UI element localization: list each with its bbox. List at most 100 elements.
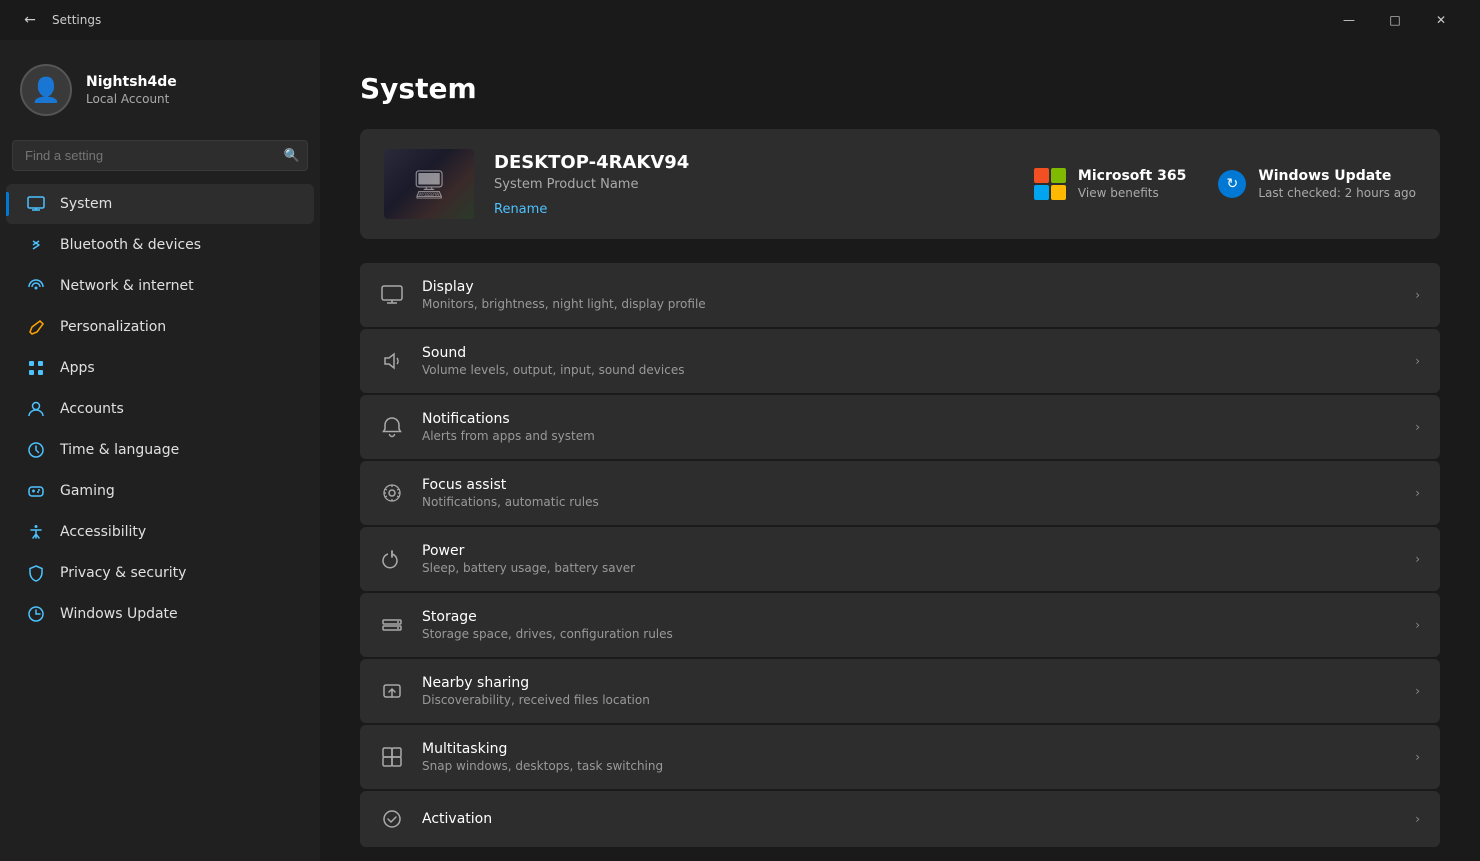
- apps-nav-icon: [26, 358, 46, 378]
- multitasking-chevron: ›: [1415, 750, 1420, 764]
- power-desc: Sleep, battery usage, battery saver: [422, 561, 1397, 575]
- sound-text: Sound Volume levels, output, input, soun…: [422, 345, 1397, 377]
- sidebar-item-label-network: Network & internet: [60, 278, 194, 294]
- nearby-sharing-desc: Discoverability, received files location: [422, 693, 1397, 707]
- activation-title: Activation: [422, 811, 1397, 827]
- device-name: DESKTOP-4RAKV94: [494, 152, 1014, 173]
- sidebar-item-apps[interactable]: Apps: [6, 348, 314, 388]
- avatar: 👤: [20, 64, 72, 116]
- sidebar: 👤 Nightsh4de Local Account 🔍 System Blue…: [0, 40, 320, 861]
- settings-item-storage[interactable]: Storage Storage space, drives, configura…: [360, 593, 1440, 657]
- rename-link[interactable]: Rename: [494, 202, 547, 217]
- windows-update-action[interactable]: ↻ Windows Update Last checked: 2 hours a…: [1218, 168, 1416, 200]
- sidebar-item-label-apps: Apps: [60, 360, 95, 376]
- sidebar-item-label-time: Time & language: [60, 442, 179, 458]
- ms365-label: Microsoft 365: [1078, 168, 1186, 184]
- sidebar-item-label-bluetooth: Bluetooth & devices: [60, 237, 201, 253]
- maximize-icon: □: [1389, 13, 1400, 27]
- page-title: System: [360, 72, 1440, 105]
- minimize-button[interactable]: —: [1326, 0, 1372, 40]
- titlebar-title: Settings: [52, 13, 101, 27]
- sidebar-item-label-update: Windows Update: [60, 606, 178, 622]
- notifications-icon: [380, 415, 404, 439]
- update-nav-icon: [26, 604, 46, 624]
- accounts-nav-icon: [26, 399, 46, 419]
- display-desc: Monitors, brightness, night light, displ…: [422, 297, 1397, 311]
- power-title: Power: [422, 543, 1397, 559]
- settings-item-multitasking[interactable]: Multitasking Snap windows, desktops, tas…: [360, 725, 1440, 789]
- search-icon[interactable]: 🔍: [284, 148, 300, 163]
- storage-text: Storage Storage space, drives, configura…: [422, 609, 1397, 641]
- notifications-text: Notifications Alerts from apps and syste…: [422, 411, 1397, 443]
- device-info: DESKTOP-4RAKV94 System Product Name Rena…: [494, 152, 1014, 217]
- back-button[interactable]: ←: [16, 6, 44, 34]
- sound-chevron: ›: [1415, 354, 1420, 368]
- sound-title: Sound: [422, 345, 1397, 361]
- main-content: System DESKTOP-4RAKV94 System Product Na…: [320, 40, 1480, 861]
- sidebar-item-time[interactable]: Time & language: [6, 430, 314, 470]
- sidebar-item-update[interactable]: Windows Update: [6, 594, 314, 634]
- settings-item-power[interactable]: Power Sleep, battery usage, battery save…: [360, 527, 1440, 591]
- focus-assist-desc: Notifications, automatic rules: [422, 495, 1397, 509]
- time-nav-icon: [26, 440, 46, 460]
- profile-section[interactable]: 👤 Nightsh4de Local Account: [0, 40, 320, 136]
- sidebar-item-label-personalization: Personalization: [60, 319, 166, 335]
- sidebar-item-accounts[interactable]: Accounts: [6, 389, 314, 429]
- sidebar-item-label-system: System: [60, 196, 112, 212]
- settings-item-focus-assist[interactable]: Focus assist Notifications, automatic ru…: [360, 461, 1440, 525]
- windows-update-label: Windows Update: [1258, 168, 1416, 184]
- settings-item-display[interactable]: Display Monitors, brightness, night ligh…: [360, 263, 1440, 327]
- search-input[interactable]: [12, 140, 308, 171]
- focus-assist-title: Focus assist: [422, 477, 1397, 493]
- display-text: Display Monitors, brightness, night ligh…: [422, 279, 1397, 311]
- sidebar-item-accessibility[interactable]: Accessibility: [6, 512, 314, 552]
- power-chevron: ›: [1415, 552, 1420, 566]
- ms365-text: Microsoft 365 View benefits: [1078, 168, 1186, 200]
- profile-info: Nightsh4de Local Account: [86, 74, 177, 106]
- display-chevron: ›: [1415, 288, 1420, 302]
- ms365-action[interactable]: Microsoft 365 View benefits: [1034, 168, 1186, 200]
- sidebar-item-system[interactable]: System: [6, 184, 314, 224]
- settings-item-activation[interactable]: Activation ›: [360, 791, 1440, 847]
- titlebar: ← Settings — □ ✕: [0, 0, 1480, 40]
- device-thumbnail: [384, 149, 474, 219]
- sidebar-item-network[interactable]: Network & internet: [6, 266, 314, 306]
- sidebar-item-personalization[interactable]: Personalization: [6, 307, 314, 347]
- storage-title: Storage: [422, 609, 1397, 625]
- system-nav-icon: [26, 194, 46, 214]
- multitasking-text: Multitasking Snap windows, desktops, tas…: [422, 741, 1397, 773]
- focus-assist-chevron: ›: [1415, 486, 1420, 500]
- windows-update-sub: Last checked: 2 hours ago: [1258, 186, 1416, 200]
- focus-assist-text: Focus assist Notifications, automatic ru…: [422, 477, 1397, 509]
- activation-chevron: ›: [1415, 812, 1420, 826]
- settings-item-sound[interactable]: Sound Volume levels, output, input, soun…: [360, 329, 1440, 393]
- minimize-icon: —: [1343, 13, 1355, 27]
- display-icon: [380, 283, 404, 307]
- device-product: System Product Name: [494, 177, 1014, 192]
- avatar-icon: 👤: [31, 76, 61, 104]
- profile-name: Nightsh4de: [86, 74, 177, 90]
- settings-item-nearby-sharing[interactable]: Nearby sharing Discoverability, received…: [360, 659, 1440, 723]
- sound-icon: [380, 349, 404, 373]
- sidebar-item-label-privacy: Privacy & security: [60, 565, 186, 581]
- close-button[interactable]: ✕: [1418, 0, 1464, 40]
- ms365-icon: [1034, 168, 1066, 200]
- sidebar-item-bluetooth[interactable]: Bluetooth & devices: [6, 225, 314, 265]
- power-text: Power Sleep, battery usage, battery save…: [422, 543, 1397, 575]
- sidebar-item-label-accounts: Accounts: [60, 401, 124, 417]
- multitasking-icon: [380, 745, 404, 769]
- sidebar-nav: System Bluetooth & devices Network & int…: [0, 183, 320, 635]
- sidebar-item-gaming[interactable]: Gaming: [6, 471, 314, 511]
- sidebar-item-privacy[interactable]: Privacy & security: [6, 553, 314, 593]
- privacy-nav-icon: [26, 563, 46, 583]
- notifications-title: Notifications: [422, 411, 1397, 427]
- settings-item-notifications[interactable]: Notifications Alerts from apps and syste…: [360, 395, 1440, 459]
- activation-icon: [380, 807, 404, 831]
- nearby-sharing-title: Nearby sharing: [422, 675, 1397, 691]
- maximize-button[interactable]: □: [1372, 0, 1418, 40]
- gaming-nav-icon: [26, 481, 46, 501]
- multitasking-title: Multitasking: [422, 741, 1397, 757]
- power-icon: [380, 547, 404, 571]
- window-controls: — □ ✕: [1326, 0, 1464, 40]
- back-icon: ←: [24, 12, 36, 28]
